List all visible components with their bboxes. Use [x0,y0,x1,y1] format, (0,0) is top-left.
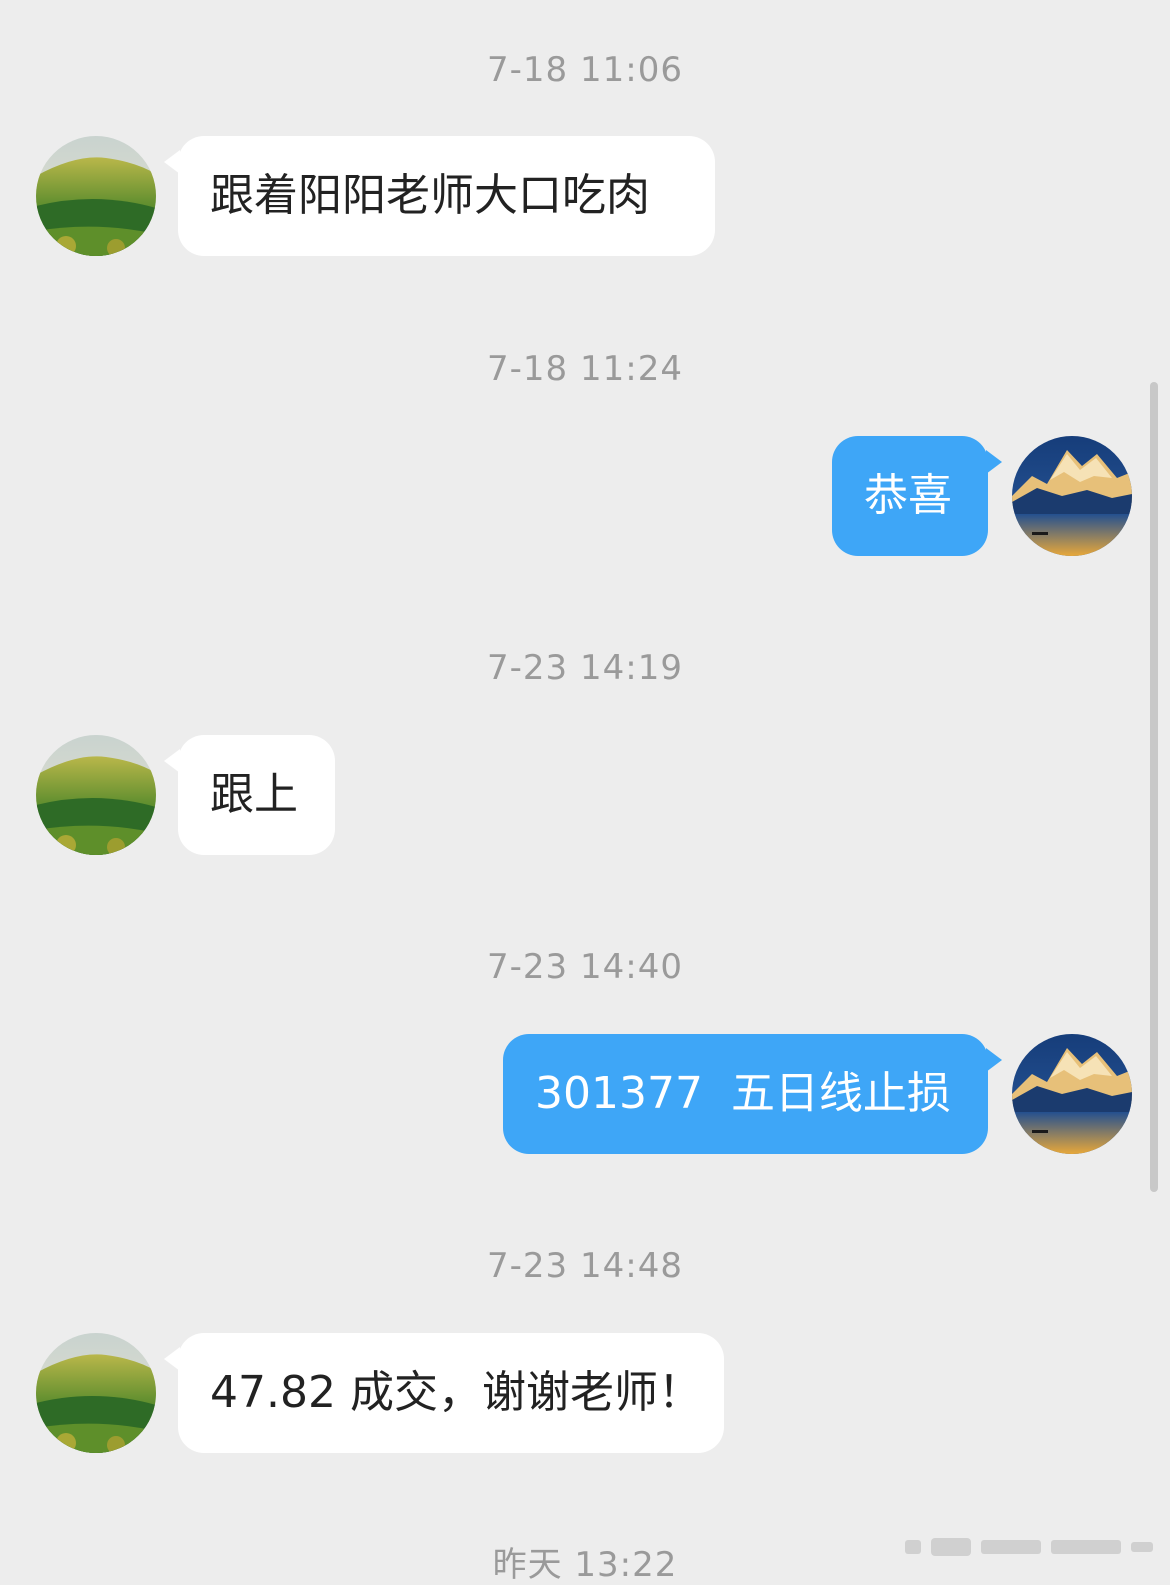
message-timestamp: 7-23 14:40 [487,947,683,987]
message-timestamp: 7-23 14:48 [487,1246,683,1286]
message-timestamp: 7-18 11:06 [487,50,683,90]
contact-avatar[interactable] [36,735,156,855]
vertical-scrollbar[interactable] [1150,382,1158,1192]
self-avatar[interactable] [1012,436,1132,556]
bubble-tail [986,450,1002,474]
contact-avatar[interactable] [36,136,156,256]
outgoing-message-bubble[interactable]: 恭喜 [832,436,1002,556]
message-text: 跟上 [210,769,298,820]
forest-hill-avatar-image [36,735,156,855]
incoming-message-bubble[interactable]: 跟上 [164,735,335,855]
bubble-tail [986,1048,1002,1072]
incoming-message-bubble[interactable]: 跟着阳阳老师大口吃肉 [164,136,715,256]
message-timestamp: 7-23 14:19 [487,648,683,688]
message-text: 47.82 成交，谢谢老师！ [210,1367,702,1418]
snow-mountain-lake-avatar-image [1012,1034,1132,1154]
bubble-tail [164,150,180,174]
message-text: 301377 五日线止损 [535,1068,951,1119]
message-text: 恭喜 [864,470,952,521]
bubble-tail [164,1347,180,1371]
incoming-message-bubble[interactable]: 47.82 成交，谢谢老师！ [164,1333,724,1453]
self-avatar[interactable] [1012,1034,1132,1154]
message-timestamp: 7-18 11:24 [487,349,683,389]
contact-avatar[interactable] [36,1333,156,1453]
forest-hill-avatar-image [36,1333,156,1453]
outgoing-message-bubble[interactable]: 301377 五日线止损 [503,1034,1002,1154]
forest-hill-avatar-image [36,136,156,256]
bubble-tail [164,749,180,773]
snow-mountain-lake-avatar-image [1012,436,1132,556]
message-text: 跟着阳阳老师大口吃肉 [210,170,650,221]
chat-thread[interactable]: 7-18 11:06 跟着阳阳老师大口吃肉 7-18 11:24 恭喜 7-23… [0,0,1170,1585]
watermark-logo [905,1538,1153,1556]
